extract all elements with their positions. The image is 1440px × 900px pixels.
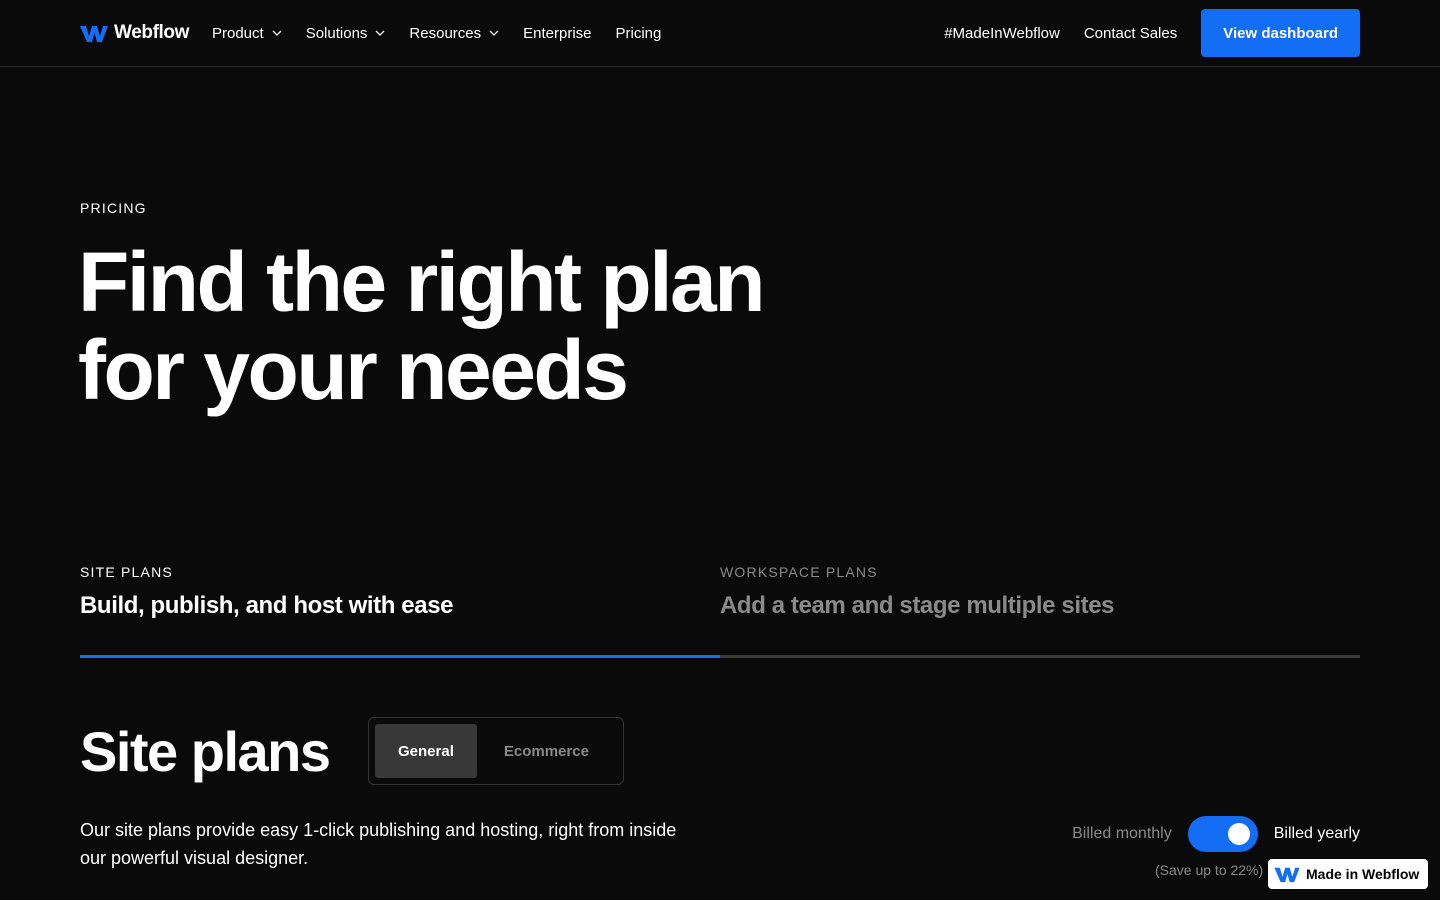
toggle-knob: [1227, 823, 1250, 845]
tab-eyebrow: SITE PLANS: [80, 564, 173, 580]
section-description: Our site plans provide easy 1-click publ…: [80, 820, 677, 868]
segment-ecommerce[interactable]: Ecommerce: [481, 724, 612, 778]
contact-sales-link[interactable]: Contact Sales: [1084, 25, 1177, 42]
nav-item-pricing[interactable]: Pricing: [616, 25, 662, 42]
tab-eyebrow: WORKSPACE PLANS: [720, 564, 878, 580]
view-dashboard-button[interactable]: View dashboard: [1201, 9, 1360, 57]
tab-subtitle: Add a team and stage multiple sites: [720, 592, 1115, 619]
hero-title-line-2: for your needs: [78, 323, 629, 417]
plan-type-segmented-control: General Ecommerce: [368, 717, 624, 785]
made-in-webflow-badge[interactable]: Made in Webflow: [1268, 859, 1428, 889]
nav-item-resources[interactable]: Resources: [409, 25, 499, 42]
section-title: Site plans: [80, 720, 331, 783]
tab-active-indicator: [80, 655, 720, 658]
hero-title-line-1: Find the right plan: [78, 235, 766, 329]
chevron-down-icon: [489, 30, 499, 36]
secondary-menu: #MadeInWebflow Contact Sales View dashbo…: [944, 9, 1360, 57]
primary-menu: Product Solutions Resources Enterprise P…: [212, 0, 661, 66]
nav-item-enterprise[interactable]: Enterprise: [523, 25, 591, 42]
made-in-webflow-link[interactable]: #MadeInWebflow: [944, 25, 1060, 42]
top-navigation: Webflow Product Solutions Resources Ente…: [0, 0, 1440, 67]
nav-item-label: Solutions: [305, 24, 368, 42]
tab-workspace-plans[interactable]: WORKSPACE PLANS Add a team and stage mul…: [720, 564, 1360, 620]
nav-item-solutions[interactable]: Solutions: [306, 25, 386, 42]
webflow-logo-icon: [1274, 867, 1300, 883]
tab-subtitle: Build, publish, and host with ease: [80, 592, 454, 619]
tab-site-plans[interactable]: SITE PLANS Build, publish, and host with…: [80, 564, 720, 620]
billing-toggle[interactable]: [1187, 816, 1258, 852]
webflow-logo-icon: [80, 26, 108, 42]
billed-yearly-label[interactable]: Billed yearly: [1274, 825, 1360, 843]
badge-label: Made in Webflow: [1306, 866, 1420, 882]
billed-monthly-label[interactable]: Billed monthly: [1072, 825, 1172, 843]
hero-title: Find the right plan for your needs: [78, 238, 978, 414]
save-note: (Save up to 22%): [1155, 862, 1264, 878]
webflow-logo[interactable]: Webflow: [80, 22, 189, 44]
chevron-down-icon: [375, 30, 385, 36]
billing-toggle-group: Billed monthly Billed yearly: [1072, 816, 1360, 852]
segment-general[interactable]: General: [375, 724, 477, 778]
logo-text: Webflow: [114, 22, 189, 43]
pricing-eyebrow: PRICING: [80, 200, 147, 216]
nav-item-label: Product: [212, 24, 264, 42]
nav-item-label: Resources: [409, 24, 482, 42]
chevron-down-icon: [272, 30, 282, 36]
nav-item-product[interactable]: Product: [212, 25, 282, 42]
